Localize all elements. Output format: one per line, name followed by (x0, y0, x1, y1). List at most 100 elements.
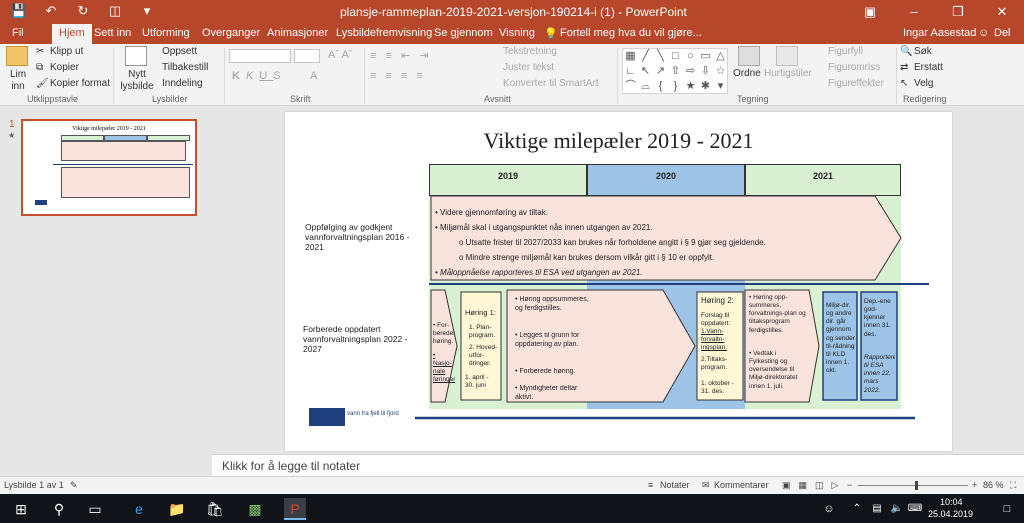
keyboard-icon[interactable]: ⌨ (904, 498, 926, 520)
copy-button[interactable]: Kopier (50, 62, 79, 73)
close-icon[interactable]: ✕ (980, 0, 1024, 24)
tab-file[interactable]: Fil (12, 27, 24, 39)
zoom-level[interactable]: 86 % (983, 480, 1004, 490)
new-slide-button[interactable]: Nytt lysbilde (118, 69, 156, 93)
row1-bullet-5: • Måloppnåelse rapporteres til ESA ved u… (435, 268, 643, 277)
tab-review[interactable]: Se gjennom (434, 27, 493, 39)
tab-home[interactable]: Hjem (52, 24, 92, 44)
replace-button[interactable]: Erstatt (914, 62, 943, 73)
maximize-icon[interactable]: ❐ (936, 0, 980, 24)
notes-icon[interactable]: ≡ (648, 480, 653, 490)
zoom-slider-thumb[interactable] (915, 481, 918, 490)
store-icon[interactable]: 🛍 (204, 498, 226, 520)
search-icon[interactable]: ⚲ (48, 498, 70, 520)
list-icons[interactable]: ≡ ≡ ⇤ ⇥ (370, 49, 431, 62)
redo-icon[interactable]: ↻ (74, 3, 92, 19)
zoom-in-icon[interactable]: + (972, 480, 977, 490)
format-painter-icon[interactable]: 🖌 (36, 78, 49, 89)
tray-chevron-icon[interactable]: ⌃ (846, 498, 868, 520)
notes-pane[interactable]: Klikk for å legge til notater (212, 454, 1024, 476)
cut-icon[interactable]: ✂ (36, 46, 44, 57)
thumb-divider (53, 164, 193, 165)
font-family-input[interactable] (229, 49, 291, 63)
zoom-slider[interactable] (858, 485, 968, 486)
shape-outline-button[interactable]: Figuromriss (828, 62, 880, 73)
ribbon-display-icon[interactable]: ▣ (848, 0, 892, 24)
powerpoint-icon[interactable]: P (284, 498, 306, 520)
cell5-item-2: • Vedtak i Fylkesting og oversendelse ti… (749, 350, 798, 390)
logo-mark (309, 408, 345, 426)
paste-icon[interactable] (6, 46, 28, 66)
font-size-input[interactable] (294, 49, 320, 63)
file-explorer-icon[interactable]: 📁 (166, 498, 188, 520)
star-icon: ★ (8, 131, 16, 140)
smartart-button[interactable]: Konverter til SmartArt (503, 78, 599, 89)
find-button[interactable]: Søk (914, 46, 932, 57)
tab-transitions[interactable]: Overganger (202, 27, 260, 39)
align-text-button[interactable]: Juster tekst (503, 62, 554, 73)
zoom-out-icon[interactable]: − (847, 480, 852, 490)
save-icon[interactable]: 💾 (10, 3, 28, 19)
font-color-icon[interactable]: A (310, 70, 317, 82)
thumb-row2 (61, 167, 190, 198)
cell2-item-1: 1. Plan-program. (469, 324, 496, 340)
format-painter-button[interactable]: Kopier format (50, 78, 110, 89)
shape-effects-button[interactable]: Figureffekter (828, 78, 884, 89)
view-buttons[interactable]: ▣▦◫▷ (782, 480, 846, 491)
slideshow-icon[interactable]: ◫ (106, 3, 124, 19)
replace-icon[interactable]: ⇄ (900, 62, 908, 73)
new-slide-icon[interactable] (125, 46, 147, 66)
align-icons[interactable]: ≡ ≡ ≡ ≡ (370, 70, 426, 82)
clock-date[interactable]: 25.04.2019 (928, 509, 973, 519)
tab-view[interactable]: Visning (499, 27, 535, 39)
tab-animations[interactable]: Animasjoner (267, 27, 328, 39)
editing-group-label: Redigering (903, 94, 947, 104)
paste-button[interactable]: Lim inn (7, 69, 29, 93)
share-icon[interactable]: ☺ (978, 27, 989, 39)
spellcheck-icon[interactable]: ✎ (70, 480, 78, 491)
section-button[interactable]: Inndeling (162, 78, 203, 89)
slide-thumbnail[interactable]: Viktige milepæler 2019 - 2021 (21, 119, 197, 216)
slides-group-label: Lysbilder (152, 94, 188, 104)
user-name[interactable]: Ingar Aasestad (903, 27, 976, 39)
network-icon[interactable]: ▤ (866, 498, 888, 520)
shape-fill-button[interactable]: Figurfyll (828, 46, 863, 57)
text-direction-button[interactable]: Tekstretning (503, 46, 557, 57)
notes-toggle[interactable]: Notater (660, 480, 690, 490)
find-icon[interactable]: 🔍 (900, 46, 912, 57)
app-icon[interactable]: ▩ (244, 498, 266, 520)
cut-button[interactable]: Klipp ut (50, 46, 83, 57)
layout-button[interactable]: Oppsett (162, 46, 197, 57)
tab-slideshow[interactable]: Lysbildefremvisning (336, 27, 432, 39)
select-button[interactable]: Velg (914, 78, 933, 89)
minimize-icon[interactable]: – (892, 0, 936, 24)
tell-me-box[interactable]: Fortell meg hva du vil gjøre... (560, 27, 702, 39)
arrange-icon[interactable] (738, 46, 760, 66)
tab-design[interactable]: Utforming (142, 27, 190, 39)
quick-styles-icon[interactable] (776, 46, 798, 66)
font-grow-shrink-icon[interactable]: Aˆ Aˇ (328, 49, 352, 61)
task-view-icon[interactable]: ▭ (84, 498, 106, 520)
more-icon[interactable]: ▾ (138, 3, 156, 19)
reset-button[interactable]: Tilbakestill (162, 62, 208, 73)
font-format-icons[interactable]: KKUS (232, 70, 287, 82)
clock-time[interactable]: 10:04 (940, 497, 963, 507)
share-button[interactable]: Del (994, 27, 1011, 39)
windows-start-icon[interactable]: ⊞ (10, 498, 32, 520)
notifications-icon[interactable]: □ (996, 498, 1018, 520)
quick-styles-button[interactable]: Hurtigstiler (764, 68, 812, 79)
fit-window-icon[interactable]: ⛶ (1010, 480, 1016, 491)
copy-icon[interactable]: ⧉ (36, 62, 43, 73)
comments-toggle[interactable]: Kommentarer (714, 480, 769, 490)
taskbar: ⊞ ⚲ ▭ e 📁 🛍 ▩ P ☺ ⌃ ▤ 🔈 ⌨ 10:04 25.04.20… (0, 494, 1024, 523)
edge-icon[interactable]: e (128, 498, 150, 520)
slide-canvas[interactable]: Viktige milepæler 2019 - 2021 2019 2020 (285, 112, 952, 451)
people-icon[interactable]: ☺ (818, 498, 840, 520)
shapes-gallery[interactable]: ▦ ╱ ╲ □ ○ ▭ △ ∟ ↖ ↗ ⇧ ⇨ ⇩ ☆ ⌒ ⌓{} ★ ✱ ▾ (622, 48, 728, 94)
select-icon[interactable]: ↖ (900, 78, 908, 89)
tab-insert[interactable]: Sett inn (94, 27, 131, 39)
comments-icon[interactable]: ✉ (702, 480, 710, 491)
arrange-button[interactable]: Ordne (733, 68, 761, 79)
undo-icon[interactable]: ↶ (42, 3, 60, 19)
cell3-item-2: • Legges til grunn for oppdatering av pl… (515, 332, 580, 348)
